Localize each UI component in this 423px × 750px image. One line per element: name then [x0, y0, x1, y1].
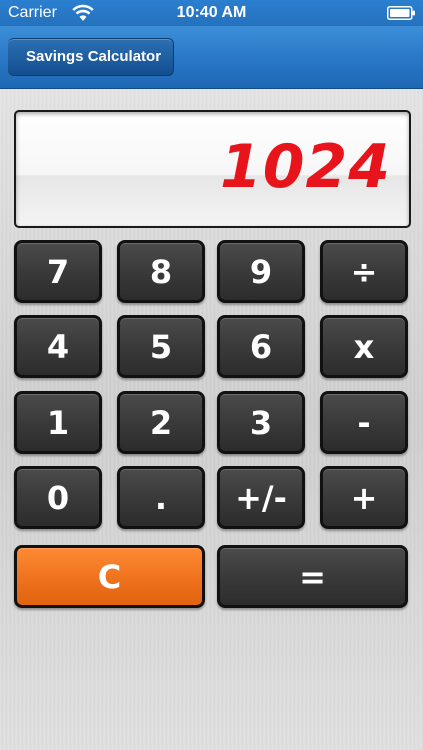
key-9[interactable]: 9 — [217, 240, 305, 303]
plus-button[interactable]: + — [320, 466, 408, 529]
display-value: 1024 — [220, 132, 391, 202]
decimal-button[interactable]: . — [117, 466, 205, 529]
key-3[interactable]: 3 — [217, 391, 305, 454]
negate-button[interactable]: +/- — [217, 466, 305, 529]
key-6[interactable]: 6 — [217, 315, 305, 378]
minus-button[interactable]: - — [320, 391, 408, 454]
status-bar: Carrier 10:40 AM — [0, 0, 423, 26]
equals-button[interactable]: = — [217, 545, 408, 608]
divide-button[interactable]: ÷ — [320, 240, 408, 303]
multiply-button[interactable]: x — [320, 315, 408, 378]
key-5[interactable]: 5 — [117, 315, 205, 378]
key-4[interactable]: 4 — [14, 315, 102, 378]
key-7[interactable]: 7 — [14, 240, 102, 303]
back-button-label: Savings Calculator — [26, 48, 162, 65]
key-0[interactable]: 0 — [14, 466, 102, 529]
key-1[interactable]: 1 — [14, 391, 102, 454]
screen: Carrier 10:40 AM Savings Calculator 1024… — [0, 0, 423, 750]
status-time: 10:40 AM — [176, 4, 247, 21]
clear-button[interactable]: C — [14, 545, 205, 608]
key-2[interactable]: 2 — [117, 391, 205, 454]
back-button[interactable]: Savings Calculator — [0, 38, 175, 76]
back-chevron-icon — [0, 38, 28, 75]
key-8[interactable]: 8 — [117, 240, 205, 303]
calculator-display: 1024 — [14, 110, 411, 228]
calculator-area: 1024 7 8 9 ÷ 4 5 6 x 1 2 3 - 0 . +/- + C… — [0, 89, 423, 750]
battery-icon — [387, 6, 415, 20]
navigation-bar: Savings Calculator — [0, 26, 423, 89]
